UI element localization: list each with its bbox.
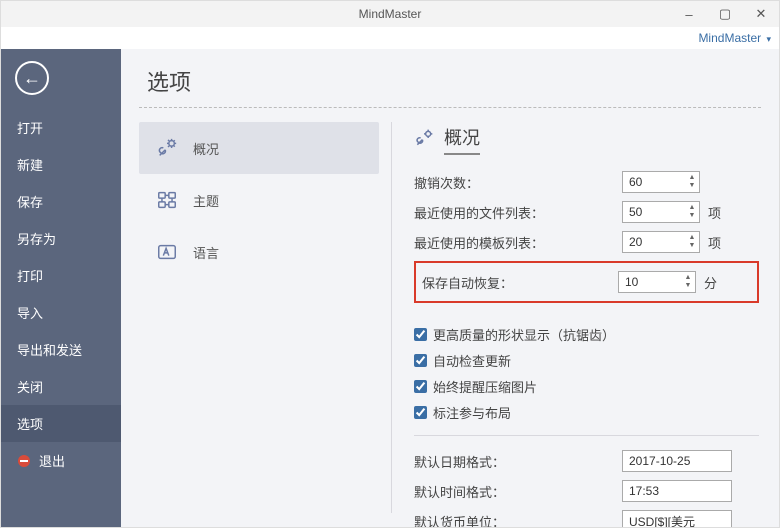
exit-icon [17,454,31,468]
checkbox-antialias[interactable]: 更高质量的形状显示（抗锯齿） [414,321,759,347]
arrow-left-icon: ← [23,68,41,89]
option-nav-label: 语言 [193,243,219,262]
sidebar-item-new[interactable]: 新建 [1,146,121,183]
sidebar-item-saveas[interactable]: 另存为 [1,220,121,257]
label-auto-recover: 保存自动恢复： [422,273,610,292]
section-header: 概况 [414,124,759,155]
spinner-value: 20 [629,235,642,249]
unit: 分 [704,273,722,292]
highlight-auto-recover: 保存自动恢复： 10 ▲▼ 分 [414,261,759,303]
sidebar-item-open[interactable]: 打开 [1,109,121,146]
checkbox-callout-layout[interactable]: 标注参与布局 [414,399,759,425]
app-menu-link[interactable]: MindMaster ▾ [698,31,771,45]
spinner-auto-recover[interactable]: 10 ▲▼ [618,271,696,293]
spinner-up-icon[interactable]: ▲ [689,174,696,182]
row-recent-files: 最近使用的文件列表： 50 ▲▼ 项 [414,197,759,227]
label-recent-files: 最近使用的文件列表： [414,203,614,222]
title-bar: MindMaster – ▢ ✕ [1,1,779,27]
language-icon [155,240,179,264]
wrench-gear-icon [155,136,179,160]
sidebar-item-close[interactable]: 关闭 [1,368,121,405]
main-panel: 选项 概况 主题 [121,49,779,527]
label-undo: 撤销次数： [414,173,614,192]
checkbox-auto-update[interactable]: 自动检查更新 [414,347,759,373]
sidebar-item-import[interactable]: 导入 [1,294,121,331]
option-nav-language[interactable]: 语言 [139,226,379,278]
spinner-down-icon[interactable]: ▼ [685,282,692,290]
sidebar-item-exit[interactable]: 退出 [1,442,121,479]
checkbox-input[interactable] [414,380,427,393]
app-menu-label: MindMaster [698,31,761,45]
maximize-button[interactable]: ▢ [707,1,743,27]
minimize-button[interactable]: – [671,1,707,27]
theme-icon [155,188,179,212]
sidebar-item-options[interactable]: 选项 [1,405,121,442]
spinner-undo[interactable]: 60 ▲▼ [622,171,700,193]
window-title: MindMaster [359,7,422,21]
label-time-format: 默认时间格式： [414,482,614,501]
input-value: 2017-10-25 [629,454,690,468]
detail-panel: 概况 撤销次数： 60 ▲▼ 最近使用的文件列表： 50 [392,108,779,527]
checkbox-label: 自动检查更新 [433,351,511,370]
input-time-format[interactable]: 17:53 [622,480,732,502]
spinner-recent-files[interactable]: 50 ▲▼ [622,201,700,223]
checkbox-input[interactable] [414,354,427,367]
spinner-up-icon[interactable]: ▲ [685,274,692,282]
spinner-up-icon[interactable]: ▲ [689,234,696,242]
window-controls: – ▢ ✕ [671,1,779,27]
sidebar-item-save[interactable]: 保存 [1,183,121,220]
spinner-recent-templates[interactable]: 20 ▲▼ [622,231,700,253]
spinner-value: 60 [629,175,642,189]
row-currency: 默认货币单位： USD[$][美元 [414,506,759,527]
row-recent-templates: 最近使用的模板列表： 20 ▲▼ 项 [414,227,759,257]
label-recent-templates: 最近使用的模板列表： [414,233,614,252]
option-nav-label: 概况 [193,139,219,158]
input-value: 17:53 [629,484,659,498]
content: 概况 主题 语言 [121,108,779,527]
row-undo: 撤销次数： 60 ▲▼ [414,167,759,197]
spinner-value: 10 [625,275,638,289]
checkbox-label: 始终提醒压缩图片 [433,377,537,396]
app-menu-row: MindMaster ▾ [1,27,779,49]
unit: 项 [708,233,726,252]
input-currency[interactable]: USD[$][美元 [622,510,732,527]
spinner-value: 50 [629,205,642,219]
option-nav: 概况 主题 语言 [121,108,391,527]
sidebar-exit-label: 退出 [39,451,65,470]
horizontal-divider [414,435,759,436]
spinner-up-icon[interactable]: ▲ [689,204,696,212]
app-window: MindMaster – ▢ ✕ MindMaster ▾ ← 打开 新建 保存… [0,0,780,528]
input-date-format[interactable]: 2017-10-25 [622,450,732,472]
spinner-down-icon[interactable]: ▼ [689,242,696,250]
sidebar-item-export[interactable]: 导出和发送 [1,331,121,368]
checkbox-input[interactable] [414,406,427,419]
checkbox-label: 标注参与布局 [433,403,511,422]
row-date-format: 默认日期格式： 2017-10-25 [414,446,759,476]
section-title: 概况 [444,124,480,155]
sidebar-item-print[interactable]: 打印 [1,257,121,294]
option-nav-general[interactable]: 概况 [139,122,379,174]
checkbox-compress-reminder[interactable]: 始终提醒压缩图片 [414,373,759,399]
chevron-down-icon: ▾ [766,34,771,44]
wrench-gear-icon [414,128,434,151]
page-title: 选项 [121,49,779,107]
sidebar: ← 打开 新建 保存 另存为 打印 导入 导出和发送 关闭 选项 退出 [1,49,121,527]
unit: 项 [708,203,726,222]
input-value: USD[$][美元 [629,513,695,528]
option-nav-label: 主题 [193,191,219,210]
option-nav-theme[interactable]: 主题 [139,174,379,226]
close-button[interactable]: ✕ [743,1,779,27]
spinner-down-icon[interactable]: ▼ [689,212,696,220]
row-auto-recover: 保存自动恢复： 10 ▲▼ 分 [422,267,751,297]
body: ← 打开 新建 保存 另存为 打印 导入 导出和发送 关闭 选项 退出 选项 [1,49,779,527]
spinner-down-icon[interactable]: ▼ [689,182,696,190]
checkbox-input[interactable] [414,328,427,341]
checkbox-label: 更高质量的形状显示（抗锯齿） [433,325,615,344]
back-button[interactable]: ← [15,61,49,95]
label-date-format: 默认日期格式： [414,452,614,471]
row-time-format: 默认时间格式： 17:53 [414,476,759,506]
label-currency: 默认货币单位： [414,512,614,528]
